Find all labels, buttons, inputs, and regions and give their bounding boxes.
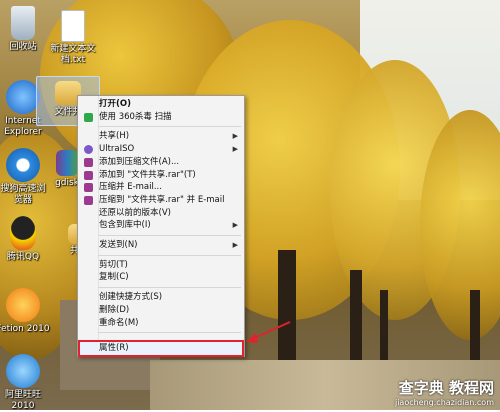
menu-separator bbox=[98, 287, 241, 289]
menu-item[interactable]: 剪切(T) bbox=[80, 259, 242, 272]
watermark: 查字典 教程网 jiaocheng.chazidian.com bbox=[395, 377, 494, 407]
watermark-url: jiaocheng.chazidian.com bbox=[394, 398, 494, 407]
menu-item[interactable]: UltraISO ▶ bbox=[80, 143, 242, 156]
desktop-icon-label: 腾讯QQ bbox=[6, 252, 40, 262]
menu-item[interactable]: 创建快捷方式(S) bbox=[80, 291, 242, 304]
menu-item[interactable]: 重命名(M) bbox=[80, 317, 242, 330]
menu-item[interactable]: 属性(R) bbox=[78, 340, 244, 358]
menu-item-label: 删除(D) bbox=[99, 304, 130, 315]
desktop-icon-aliwangwang[interactable]: 阿里旺旺 2010 bbox=[0, 354, 54, 412]
menu-item[interactable]: 还原以前的版本(V) bbox=[80, 207, 242, 220]
menu-item-label: 重命名(M) bbox=[99, 317, 139, 328]
menu-item[interactable]: 压缩并 E-mail... bbox=[80, 181, 242, 194]
submenu-arrow-icon: ▶ bbox=[232, 221, 238, 230]
menu-item-label: 发送到(N) bbox=[99, 240, 138, 250]
context-menu: 打开(O) 使用 360杀毒 扫描 共享(H) ▶ UltraISO ▶ 添加到压缩文件(A… bbox=[77, 95, 245, 358]
desktop-icon-text-file[interactable]: 新建文本文 档.txt bbox=[42, 10, 104, 66]
aliwangwang-icon bbox=[6, 354, 40, 388]
menu-item[interactable]: 共享(H) ▶ bbox=[80, 130, 242, 143]
menu-item[interactable]: 发送到(N) ▶ bbox=[80, 239, 242, 252]
submenu-arrow-icon: ▶ bbox=[232, 132, 238, 141]
submenu-arrow-icon: ▶ bbox=[232, 241, 238, 249]
desktop-icon-label: 阿里旺旺 2010 bbox=[4, 390, 41, 411]
sogou-browser-icon bbox=[6, 148, 40, 182]
menu-item-label: UltraISO bbox=[99, 144, 135, 155]
menu-item[interactable]: 压缩到 "文件共享.rar" 并 E-mail bbox=[80, 194, 242, 207]
menu-item-label: 属性(R) bbox=[99, 343, 129, 354]
menu-item[interactable]: 删除(D) bbox=[80, 304, 242, 317]
menu-item-label: 压缩到 "文件共享.rar" 并 E-mail bbox=[99, 194, 225, 205]
menu-item-label: 剪切(T) bbox=[99, 259, 128, 270]
desktop-icon-qq[interactable]: 腾讯QQ bbox=[0, 216, 54, 263]
archive-icon bbox=[56, 150, 78, 176]
menu-item[interactable]: 添加到压缩文件(A)... bbox=[80, 156, 242, 169]
menu-item-label: 添加到压缩文件(A)... bbox=[99, 156, 180, 167]
menu-item-label: 复制(C) bbox=[99, 272, 129, 283]
menu-item[interactable]: 打开(O) bbox=[80, 98, 242, 111]
submenu-arrow-icon: ▶ bbox=[232, 145, 238, 154]
ie-icon bbox=[6, 80, 40, 114]
menu-item-label: 打开(O) bbox=[99, 99, 131, 109]
rar-icon bbox=[84, 183, 93, 193]
menu-item-label: 使用 360杀毒 扫描 bbox=[99, 111, 172, 122]
menu-item[interactable]: 添加到 "文件共享.rar"(T) bbox=[80, 169, 242, 182]
recycle-bin-icon bbox=[11, 6, 35, 40]
disc-icon bbox=[84, 145, 93, 155]
desktop-icon-fetion[interactable]: Fetion 2010 bbox=[0, 288, 54, 335]
rar-icon bbox=[84, 195, 93, 205]
menu-item-label: 包含到库中(I) bbox=[99, 220, 151, 231]
rar-icon bbox=[84, 170, 93, 180]
menu-separator bbox=[98, 126, 241, 128]
menu-separator bbox=[98, 332, 241, 334]
menu-item-label: 还原以前的版本(V) bbox=[99, 207, 171, 218]
desktop-icon-label: Fetion 2010 bbox=[0, 324, 50, 334]
menu-item[interactable]: 使用 360杀毒 扫描 bbox=[80, 111, 242, 124]
menu-item[interactable]: 包含到库中(I) ▶ bbox=[80, 219, 242, 232]
menu-item-label: 创建快捷方式(S) bbox=[99, 292, 163, 303]
menu-separator bbox=[98, 235, 241, 236]
menu-item[interactable]: 复制(C) bbox=[80, 271, 242, 284]
menu-item-label: 压缩并 E-mail... bbox=[99, 182, 162, 193]
menu-separator bbox=[98, 254, 241, 256]
text-file-icon bbox=[61, 10, 85, 42]
menu-item-label: 添加到 "文件共享.rar"(T) bbox=[99, 169, 196, 180]
desktop-icon-label: 新建文本文 档.txt bbox=[50, 44, 96, 65]
fetion-icon bbox=[6, 288, 40, 322]
rar-icon bbox=[84, 157, 93, 167]
menu-item-label: 共享(H) bbox=[99, 131, 130, 142]
shield-icon bbox=[84, 112, 93, 122]
watermark-title: 查字典 教程网 bbox=[398, 379, 494, 397]
qq-icon bbox=[10, 216, 36, 250]
